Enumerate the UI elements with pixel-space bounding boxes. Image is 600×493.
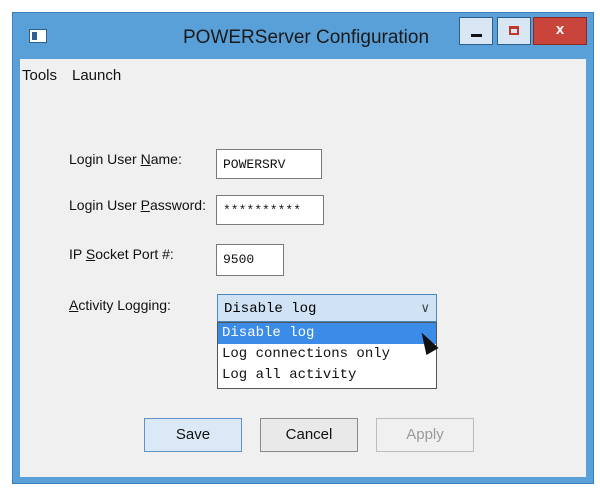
minimize-button[interactable]: [459, 17, 493, 45]
app-window: POWERServer Configuration x Tools Launch…: [12, 12, 594, 484]
client-area: Tools Launch Login User Name: POWERSRV L…: [20, 59, 586, 477]
activity-logging-value: Disable log: [224, 301, 317, 317]
app-icon[interactable]: [29, 29, 47, 43]
port-label: IP Socket Port #:: [69, 246, 174, 262]
dropdown-option-disable-log[interactable]: Disable log: [218, 323, 436, 344]
minimize-icon: [471, 34, 482, 37]
password-label: Login User Password:: [69, 197, 206, 213]
window-title: POWERServer Configuration: [183, 27, 430, 48]
menu-tools[interactable]: Tools: [22, 67, 57, 84]
maximize-button[interactable]: [497, 17, 531, 45]
activity-logging-dropdown: Disable log Log connections only Log all…: [217, 322, 437, 389]
user-name-label: Login User Name:: [69, 151, 182, 167]
dropdown-option-log-all[interactable]: Log all activity: [218, 365, 436, 386]
save-button[interactable]: Save: [144, 418, 242, 452]
password-input[interactable]: **********: [216, 195, 324, 225]
activity-logging-label: Activity Logging:: [69, 297, 171, 313]
menu-launch[interactable]: Launch: [72, 67, 121, 84]
cancel-button[interactable]: Cancel: [260, 418, 358, 452]
dropdown-option-log-connections[interactable]: Log connections only: [218, 344, 436, 365]
maximize-icon: [509, 26, 519, 35]
port-input[interactable]: 9500: [216, 244, 284, 276]
title-bar[interactable]: POWERServer Configuration x: [13, 13, 593, 59]
chevron-down-icon[interactable]: ∨: [420, 300, 430, 316]
user-name-input[interactable]: POWERSRV: [216, 149, 322, 179]
activity-logging-select[interactable]: Disable log ∨: [217, 294, 437, 322]
apply-button[interactable]: Apply: [376, 418, 474, 452]
close-button[interactable]: x: [533, 17, 587, 45]
